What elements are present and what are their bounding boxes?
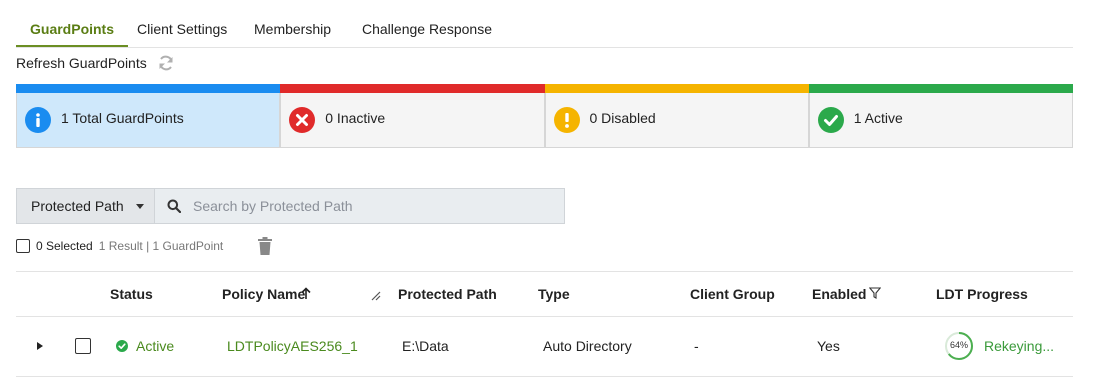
filter-funnel-icon[interactable] <box>869 287 881 299</box>
refresh-guardpoints: Refresh GuardPoints <box>16 52 175 74</box>
tab-bar: GuardPoints Client Settings Membership C… <box>16 12 1073 48</box>
card-total-guardpoints[interactable]: 1 Total GuardPoints <box>16 84 281 148</box>
column-policy-name[interactable]: Policy Name <box>222 286 305 302</box>
card-color-bar <box>16 84 281 93</box>
caret-down-icon <box>135 203 144 209</box>
summary-cards: 1 Total GuardPoints 0 Inactive 0 Disable… <box>16 84 1073 148</box>
column-ldt-progress[interactable]: LDT Progress <box>936 286 1028 302</box>
filter-bar: Protected Path <box>16 188 565 224</box>
tab-guardpoints[interactable]: GuardPoints <box>16 12 129 47</box>
column-enabled[interactable]: Enabled <box>812 286 866 302</box>
selection-row: 0 Selected 1 Result | 1 GuardPoint <box>16 236 273 256</box>
warning-icon <box>553 107 580 133</box>
selected-count: 0 Selected <box>36 239 93 253</box>
table-header: Status Policy Name Protected Path Type C… <box>16 271 1073 317</box>
enabled-value: Yes <box>817 338 840 354</box>
trash-icon[interactable] <box>257 237 273 255</box>
card-label: 0 Disabled <box>589 110 656 126</box>
expand-row-icon[interactable] <box>37 342 43 350</box>
filter-field-label: Protected Path <box>31 198 124 214</box>
table-row: Active LDTPolicyAES256_1 E:\Data Auto Di… <box>16 316 1073 377</box>
search-box <box>155 189 564 223</box>
tab-challenge-response[interactable]: Challenge Response <box>362 12 492 46</box>
column-status[interactable]: Status <box>110 286 153 302</box>
column-type[interactable]: Type <box>538 286 570 302</box>
filter-field-dropdown[interactable]: Protected Path <box>17 189 155 223</box>
info-icon <box>25 107 51 133</box>
card-color-bar <box>280 84 545 93</box>
tab-membership[interactable]: Membership <box>254 12 331 46</box>
ldt-progress-ring: 64% <box>944 331 974 361</box>
column-resize-icon[interactable] <box>371 291 381 301</box>
active-status-icon <box>116 340 128 352</box>
result-summary: 1 Result | 1 GuardPoint <box>98 239 224 253</box>
status-value: Active <box>136 338 175 354</box>
select-all-checkbox[interactable] <box>16 239 30 253</box>
card-color-bar <box>544 84 809 93</box>
card-active[interactable]: 1 Active <box>808 84 1073 148</box>
row-checkbox[interactable] <box>75 338 91 354</box>
refresh-icon[interactable] <box>157 54 175 72</box>
card-label: 1 Active <box>853 110 903 126</box>
search-input[interactable] <box>191 197 535 215</box>
policy-name-link[interactable]: LDTPolicyAES256_1 <box>227 338 358 354</box>
card-inactive[interactable]: 0 Inactive <box>280 84 545 148</box>
sort-ascending-icon[interactable] <box>301 287 311 300</box>
error-x-icon <box>289 107 316 133</box>
tab-client-settings[interactable]: Client Settings <box>137 12 227 46</box>
search-icon <box>167 199 181 213</box>
card-label: 0 Inactive <box>325 110 386 126</box>
ldt-percent: 64% <box>949 340 968 350</box>
column-protected-path[interactable]: Protected Path <box>398 286 497 302</box>
client-group-value: - <box>694 338 699 354</box>
ldt-status: Rekeying... <box>984 338 1055 354</box>
card-color-bar <box>808 84 1073 93</box>
card-label: 1 Total GuardPoints <box>61 110 184 126</box>
type-value: Auto Directory <box>543 338 632 354</box>
refresh-label: Refresh GuardPoints <box>16 55 147 71</box>
protected-path-value: E:\Data <box>402 338 449 354</box>
check-icon <box>817 107 844 133</box>
card-disabled[interactable]: 0 Disabled <box>544 84 809 148</box>
column-client-group[interactable]: Client Group <box>690 286 775 302</box>
